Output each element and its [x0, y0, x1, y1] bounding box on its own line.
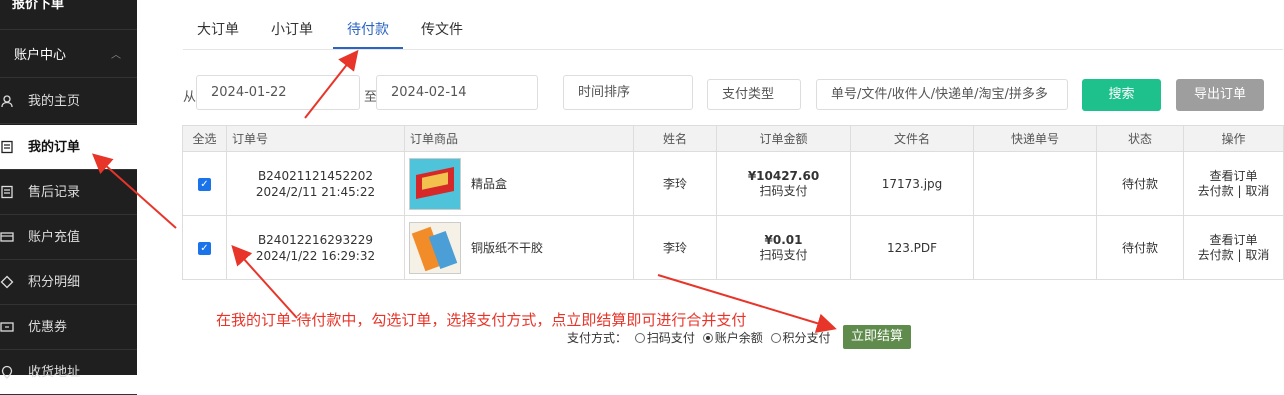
- row-checkbox[interactable]: ✓: [198, 178, 211, 191]
- express-number: [973, 215, 1097, 280]
- sidebar-item-label: 优惠券: [28, 320, 68, 335]
- export-orders-button[interactable]: 导出订单: [1176, 79, 1264, 111]
- customer-name: 李玲: [633, 215, 717, 280]
- payment-method: 扫码支付: [759, 183, 808, 198]
- link-separator: |: [1237, 183, 1242, 198]
- sidebar-item-address[interactable]: 收货地址: [0, 350, 137, 395]
- sidebar-item-recharge[interactable]: 账户充值: [0, 215, 137, 260]
- payment-method-group: 支付方式： 扫码支付 账户余额 积分支付: [567, 329, 831, 346]
- order-status: 待付款: [1096, 151, 1184, 216]
- radio-balance-pay[interactable]: [702, 333, 713, 343]
- sidebar-item-label: 账户充值: [28, 230, 81, 245]
- user-icon: [1, 95, 13, 108]
- order-time: 2024/1/22 16:29:32: [255, 248, 376, 263]
- order-time: 2024/2/11 21:45:22: [255, 184, 376, 199]
- radio-label: 积分支付: [782, 331, 831, 345]
- address-icon: [1, 365, 13, 379]
- order-amount: ¥0.01: [764, 232, 803, 247]
- search-button[interactable]: 搜索: [1082, 79, 1161, 111]
- product-name: 铜版纸不干胶: [471, 241, 544, 255]
- pay-type-select[interactable]: 支付类型: [707, 79, 801, 110]
- table-row: ✓ B24012216293229 2024/1/22 16:29:32 铜版纸…: [182, 215, 1284, 280]
- record-icon: [1, 185, 13, 199]
- sidebar-item-label: 收货地址: [28, 365, 81, 380]
- instruction-annotation: 在我的订单-待付款中，勾选订单，选择支付方式，点立即结算即可进行合并支付: [216, 311, 747, 329]
- cancel-link[interactable]: 取消: [1245, 184, 1269, 198]
- column-header: 快递单号: [973, 125, 1097, 152]
- column-header: 订单号: [226, 125, 405, 152]
- sidebar-item-aftersale[interactable]: 售后记录: [0, 170, 137, 215]
- customer-name: 李玲: [633, 151, 717, 216]
- radio-points-pay[interactable]: [770, 333, 781, 343]
- link-separator: |: [1237, 247, 1242, 262]
- column-header: 订单金额: [716, 125, 851, 152]
- order-number: B24021121452202: [257, 168, 374, 183]
- sidebar-item-label: 我的主页: [28, 94, 81, 109]
- date-to-input[interactable]: 2024-02-14: [376, 75, 538, 110]
- radio-label: 扫码支付: [646, 331, 695, 345]
- file-name: 123.PDF: [850, 215, 974, 280]
- pay-link[interactable]: 去付款: [1198, 248, 1234, 262]
- sidebar-item-orders[interactable]: 我的订单: [0, 125, 137, 170]
- view-order-link[interactable]: 查看订单: [1209, 233, 1257, 247]
- table-header-row: 全选 订单号 订单商品 姓名 订单金额 文件名 快递单号 状态 操作: [182, 125, 1284, 152]
- sidebar: 报价下单 账户中心 ︿ 我的主页 我的订单 售后记录 账户充值 积分明细 优惠券…: [0, 0, 137, 395]
- column-header: 文件名: [850, 125, 974, 152]
- express-number: [973, 151, 1097, 216]
- from-label: 从: [183, 90, 197, 105]
- card-icon: [0, 232, 14, 242]
- cancel-link[interactable]: 取消: [1245, 248, 1269, 262]
- sidebar-item-quote[interactable]: 报价下单: [0, 0, 137, 30]
- payment-method-label: 支付方式：: [567, 331, 628, 345]
- tab-upload-files[interactable]: 传文件: [421, 10, 463, 49]
- column-header: 订单商品: [404, 125, 634, 152]
- table-row: ✓ B24021121452202 2024/2/11 21:45:22 精品盒…: [182, 151, 1284, 216]
- sidebar-section-title: 账户中心: [14, 48, 67, 63]
- orders-table: 全选 订单号 订单商品 姓名 订单金额 文件名 快递单号 状态 操作 ✓ B24…: [182, 125, 1284, 280]
- row-checkbox[interactable]: ✓: [198, 242, 211, 255]
- tab-small-orders[interactable]: 小订单: [271, 10, 313, 49]
- product-thumbnail[interactable]: [409, 221, 461, 274]
- column-header: 姓名: [633, 125, 717, 152]
- radio-label: 账户余额: [714, 331, 763, 345]
- select-all-header[interactable]: 全选: [182, 125, 227, 152]
- order-number: B24012216293229: [257, 232, 374, 247]
- diamond-icon: [0, 275, 14, 289]
- column-header: 状态: [1096, 125, 1184, 152]
- payment-method: 扫码支付: [759, 247, 808, 262]
- sidebar-item-coupons[interactable]: 优惠券: [0, 305, 137, 350]
- view-order-link[interactable]: 查看订单: [1209, 169, 1257, 183]
- column-header: 操作: [1183, 125, 1284, 152]
- sidebar-item-label: 我的订单: [28, 140, 81, 155]
- coupon-icon: [0, 322, 14, 332]
- sidebar-item-label: 售后记录: [28, 185, 81, 200]
- product-thumbnail[interactable]: [409, 157, 461, 210]
- sidebar-section-account[interactable]: 账户中心 ︿: [0, 34, 137, 78]
- order-amount: ¥10427.60: [747, 168, 820, 183]
- settle-now-button[interactable]: 立即结算: [843, 325, 911, 349]
- tab-pending-payment[interactable]: 待付款: [333, 10, 403, 49]
- date-from-input[interactable]: 2024-01-22: [196, 75, 360, 110]
- order-tabs: 大订单 小订单 待付款 传文件: [183, 10, 1283, 50]
- radio-scan-pay[interactable]: [634, 333, 645, 343]
- chevron-up-icon: ︿: [111, 50, 121, 61]
- sidebar-item-home[interactable]: 我的主页: [0, 79, 137, 124]
- tab-big-orders[interactable]: 大订单: [197, 10, 239, 49]
- time-sort-select[interactable]: 时间排序: [563, 75, 693, 110]
- sidebar-item-label: 积分明细: [28, 275, 81, 290]
- order-status: 待付款: [1096, 215, 1184, 280]
- order-icon: [1, 140, 13, 154]
- keyword-search-input[interactable]: 单号/文件/收件人/快递单/淘宝/拼多多: [816, 79, 1068, 110]
- file-name: 17173.jpg: [850, 151, 974, 216]
- sidebar-item-points[interactable]: 积分明细: [0, 260, 137, 305]
- product-name: 精品盒: [471, 177, 508, 191]
- pay-link[interactable]: 去付款: [1198, 184, 1234, 198]
